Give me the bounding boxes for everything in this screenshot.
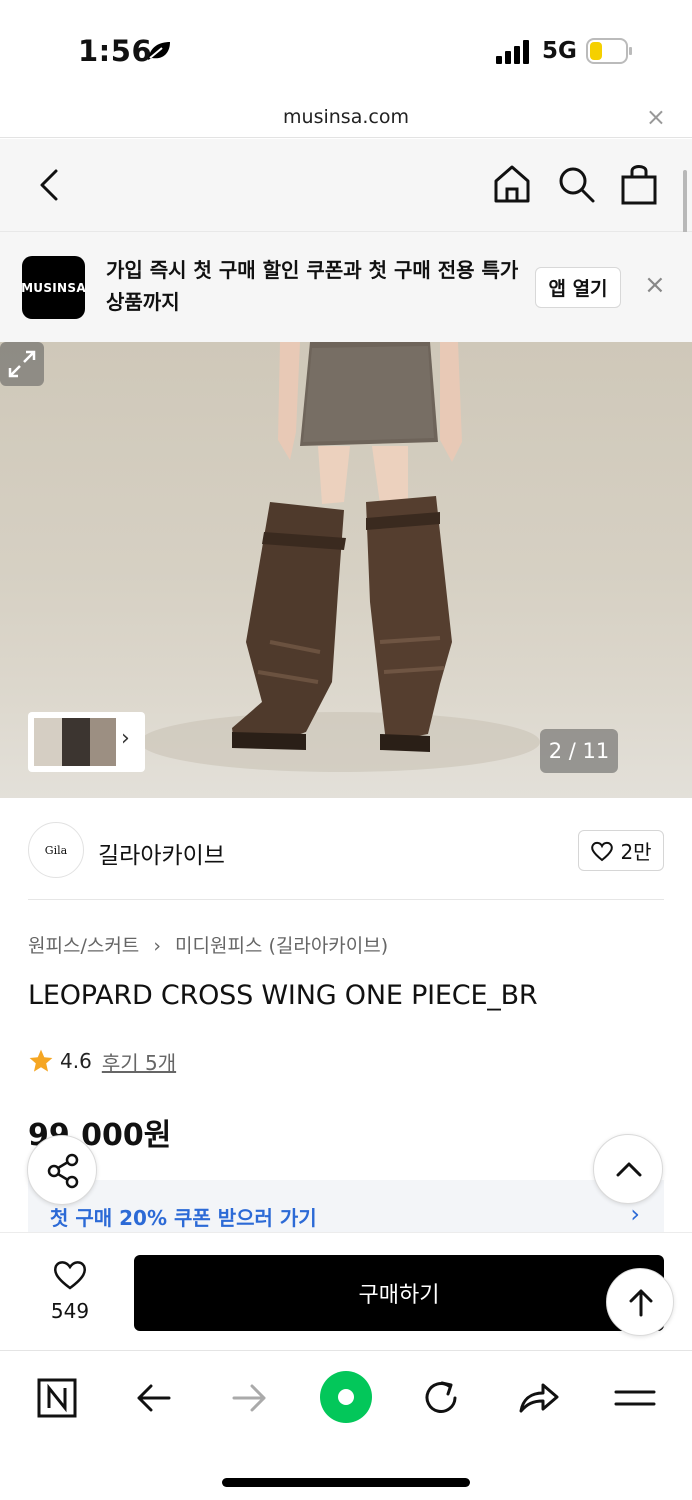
back-arrow-icon[interactable] xyxy=(131,1375,177,1421)
reviews-link[interactable]: 후기 5개 xyxy=(102,1047,176,1076)
brand-like-button[interactable]: 2만 xyxy=(578,830,664,871)
purchase-bar: 549 구매하기 xyxy=(0,1232,692,1350)
product-title: LEOPARD CROSS WING ONE PIECE_BR xyxy=(28,980,538,1011)
back-icon[interactable] xyxy=(34,165,64,205)
app-promo-banner: MUSINSA 가입 즉시 첫 구매 할인 쿠폰과 첫 구매 전용 특가 상품까… xyxy=(0,232,692,342)
home-icon[interactable] xyxy=(492,163,532,205)
thumbnail[interactable] xyxy=(90,718,116,766)
share-arrow-icon[interactable] xyxy=(515,1375,561,1421)
promo-text: 가입 즉시 첫 구매 할인 쿠폰과 첫 구매 전용 특가 상품까지 xyxy=(106,258,519,314)
forward-arrow-icon[interactable] xyxy=(226,1375,272,1421)
refresh-icon[interactable] xyxy=(418,1375,464,1421)
status-bar: 1:56 5G xyxy=(0,0,692,100)
close-icon[interactable]: × xyxy=(644,270,666,300)
rating-row[interactable]: 4.6 후기 5개 xyxy=(28,1047,176,1075)
brand-row[interactable]: Gila 길라아카이브 2만 xyxy=(0,800,692,900)
menu-icon[interactable] xyxy=(612,1375,658,1421)
brand-logo[interactable]: Gila xyxy=(28,822,84,878)
status-time: 1:56 xyxy=(78,34,153,68)
breadcrumb-separator: › xyxy=(153,935,161,957)
battery-icon xyxy=(586,38,632,64)
naver-green-icon[interactable] xyxy=(318,1369,374,1425)
search-icon[interactable] xyxy=(556,164,596,204)
network-type: 5G xyxy=(542,38,577,64)
expand-icon[interactable] xyxy=(0,342,44,386)
page-up-button[interactable] xyxy=(606,1268,674,1336)
thumbnail[interactable] xyxy=(34,718,62,766)
share-button[interactable] xyxy=(27,1135,97,1205)
breadcrumb[interactable]: 원피스/스커트 › 미디원피스 (길라아카이브) xyxy=(28,931,388,958)
chevron-up-icon xyxy=(616,1162,642,1177)
open-app-button[interactable]: 앱 열기 xyxy=(535,267,621,308)
musinsa-logo: MUSINSA xyxy=(21,256,86,319)
star-icon xyxy=(29,1049,53,1072)
browser-toolbar xyxy=(0,1350,692,1500)
brand-like-count: 2만 xyxy=(620,840,652,864)
image-counter: 2 / 11 xyxy=(540,729,618,773)
coupon-text[interactable]: 첫 구매 20% 쿠폰 받으러 가기 xyxy=(50,1202,317,1231)
wish-button[interactable]: 549 xyxy=(40,1259,100,1323)
buy-button[interactable]: 구매하기 xyxy=(134,1255,664,1331)
heart-icon xyxy=(591,841,614,861)
bag-icon[interactable] xyxy=(620,161,658,205)
breadcrumb-category[interactable]: 원피스/스커트 xyxy=(28,935,139,957)
wish-count: 549 xyxy=(50,1299,90,1323)
signal-icon xyxy=(496,40,529,64)
site-header xyxy=(0,139,692,232)
chevron-right-icon[interactable]: › xyxy=(121,726,130,751)
thumbnail[interactable] xyxy=(62,718,90,766)
divider xyxy=(28,899,664,900)
breadcrumb-subcategory[interactable]: 미디원피스 (길라아카이브) xyxy=(175,935,388,957)
product-image[interactable]: › 2 / 11 xyxy=(0,342,692,798)
heart-icon xyxy=(53,1261,87,1290)
coupon-banner[interactable]: 첫 구매 20% 쿠폰 받으러 가기 › xyxy=(28,1180,664,1232)
url-text[interactable]: musinsa.com xyxy=(0,106,692,128)
close-icon[interactable]: × xyxy=(646,103,666,131)
leaf-icon xyxy=(148,42,170,60)
thumbnail-strip[interactable]: › xyxy=(28,712,145,772)
address-bar[interactable]: musinsa.com × xyxy=(0,100,692,138)
naver-n-icon[interactable] xyxy=(34,1375,80,1421)
scroll-top-button[interactable] xyxy=(593,1134,663,1204)
rating-value: 4.6 xyxy=(60,1049,92,1073)
brand-name[interactable]: 길라아카이브 xyxy=(98,836,225,870)
home-indicator xyxy=(222,1478,470,1487)
share-icon xyxy=(47,1153,79,1189)
arrow-up-icon xyxy=(629,1289,653,1317)
